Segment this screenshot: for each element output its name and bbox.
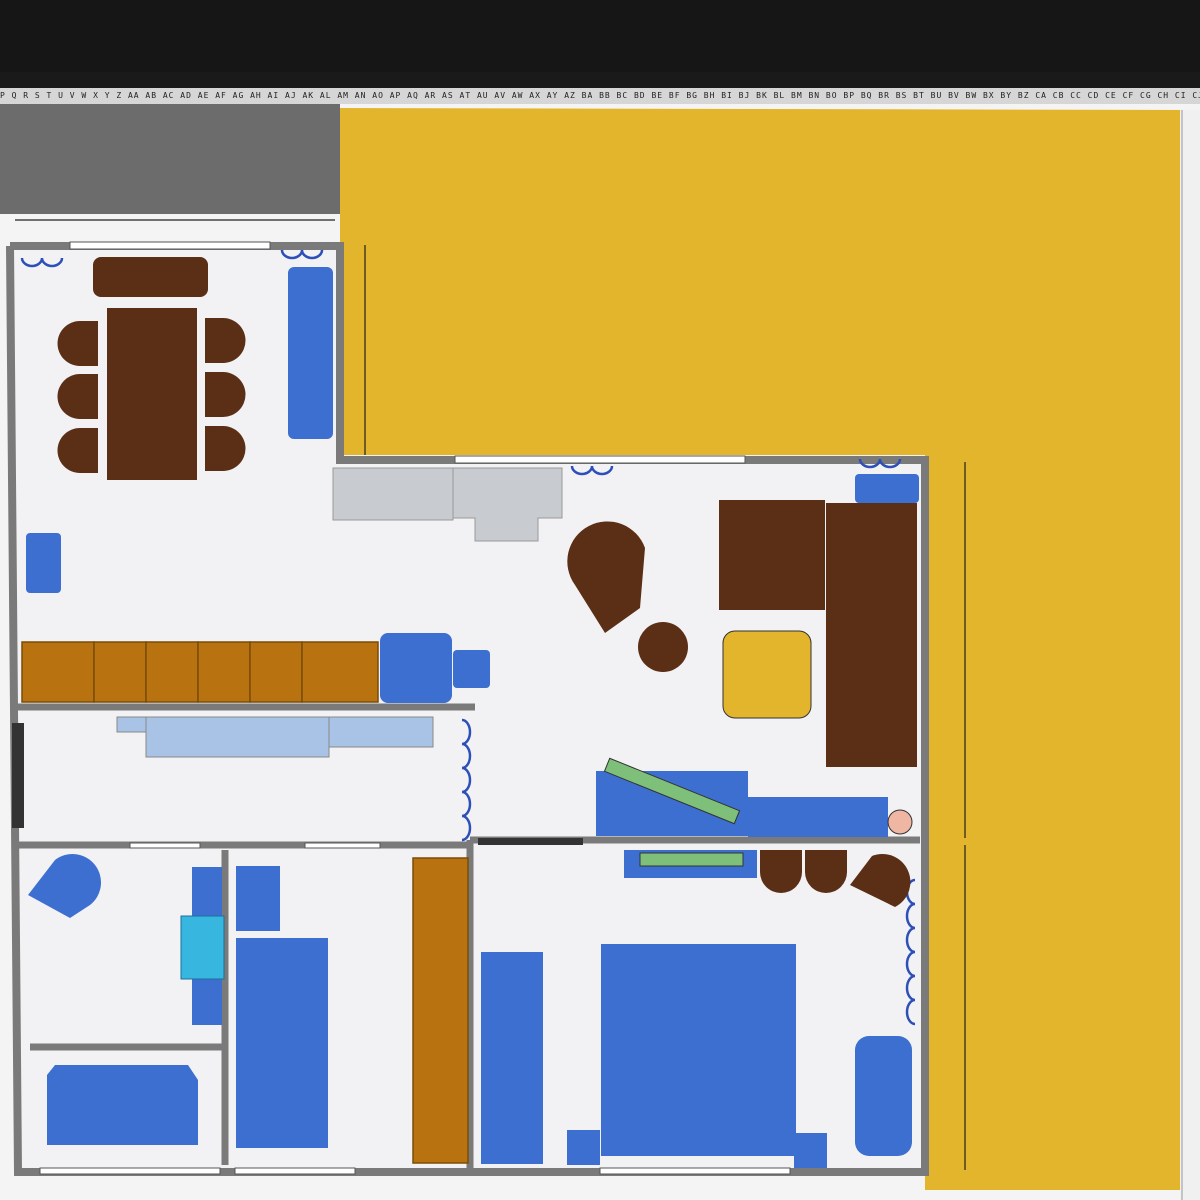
master-bed[interactable] (601, 944, 796, 1156)
bin[interactable] (453, 650, 490, 688)
kitchen-counter[interactable] (332, 467, 454, 521)
radiator-vertical (12, 723, 24, 828)
bedroom2-bed[interactable] (236, 938, 328, 1148)
master-wardrobe[interactable] (481, 952, 543, 1164)
sofa-section[interactable] (719, 500, 825, 610)
tv-bench[interactable] (596, 771, 748, 836)
floor-plan (6, 108, 1200, 1200)
bedroom1-bed[interactable] (47, 1065, 198, 1145)
radiator-horizontal (478, 838, 583, 845)
side-cabinet[interactable] (26, 533, 61, 593)
master-dresser[interactable] (855, 1036, 912, 1156)
bedroom2-wardrobe[interactable] (412, 857, 469, 1164)
utility-shelf-b[interactable] (145, 716, 330, 758)
sideboard[interactable] (93, 257, 208, 297)
dining-table[interactable] (107, 308, 197, 480)
sofa-chaise[interactable] (826, 503, 917, 767)
media-shelf[interactable] (748, 797, 888, 837)
fridge[interactable] (380, 633, 452, 703)
bedroom2-nightstand[interactable] (236, 866, 280, 931)
lamp[interactable] (887, 809, 913, 835)
utility-shelf-c[interactable] (328, 716, 434, 748)
living-cabinet-top[interactable] (855, 474, 919, 503)
page-edge-strip (1180, 110, 1200, 1200)
master-nightstand-left[interactable] (567, 1130, 600, 1165)
side-table[interactable] (638, 622, 688, 672)
coffee-table[interactable] (722, 630, 812, 719)
master-shelf-strip[interactable] (639, 852, 744, 867)
kitchen-cabinet-row[interactable] (21, 641, 379, 703)
bedroom1-desk[interactable] (180, 915, 225, 980)
utility-shelf-a[interactable] (116, 716, 148, 733)
dining-cabinet[interactable] (288, 267, 333, 439)
master-nightstand-right[interactable] (794, 1133, 827, 1168)
